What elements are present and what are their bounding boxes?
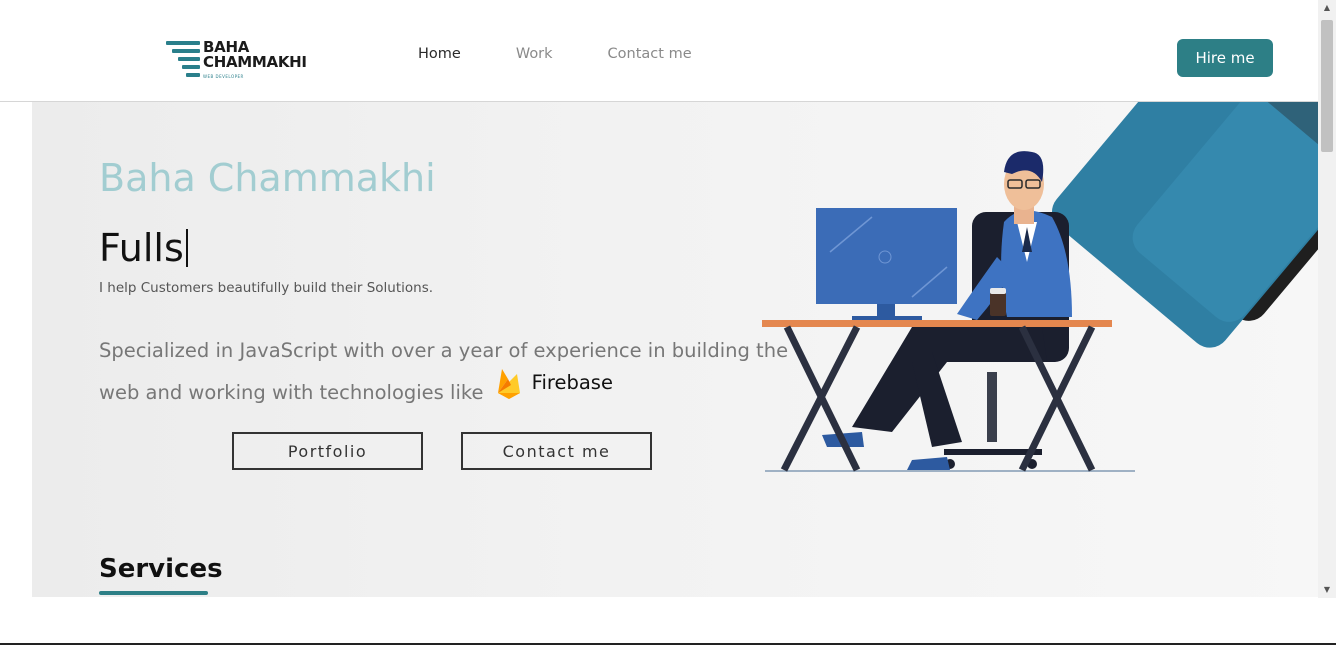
site-header: BAHA CHAMMAKHI WEB DEVELOPER Home Work C… (0, 0, 1318, 102)
scroll-down-arrow-icon[interactable]: ▼ (1318, 582, 1336, 598)
logo-line2: CHAMMAKHI (203, 53, 307, 71)
person (822, 151, 1072, 470)
nav-home[interactable]: Home (418, 46, 461, 62)
hire-me-button[interactable]: Hire me (1177, 39, 1273, 77)
developer-illustration (762, 102, 1318, 472)
main-nav: Home Work Contact me (418, 46, 747, 62)
logo-text: BAHA CHAMMAKHI (203, 40, 307, 70)
nav-work[interactable]: Work (516, 46, 553, 62)
bottom-strip (0, 598, 1336, 647)
scroll-up-arrow-icon[interactable]: ▲ (1318, 0, 1336, 16)
scroll-thumb[interactable] (1321, 20, 1333, 152)
logo-tagline: WEB DEVELOPER (203, 74, 244, 79)
decor-cards (1051, 102, 1318, 348)
monitor (816, 208, 957, 321)
hero-section: Baha Chammakhi Fulls I help Customers be… (32, 102, 1318, 597)
page-scrollbar[interactable]: ▲ ▼ (1318, 0, 1336, 598)
bottom-divider (0, 643, 1336, 645)
nav-contact[interactable]: Contact me (608, 46, 692, 62)
site-logo[interactable]: BAHA CHAMMAKHI WEB DEVELOPER (166, 40, 326, 82)
